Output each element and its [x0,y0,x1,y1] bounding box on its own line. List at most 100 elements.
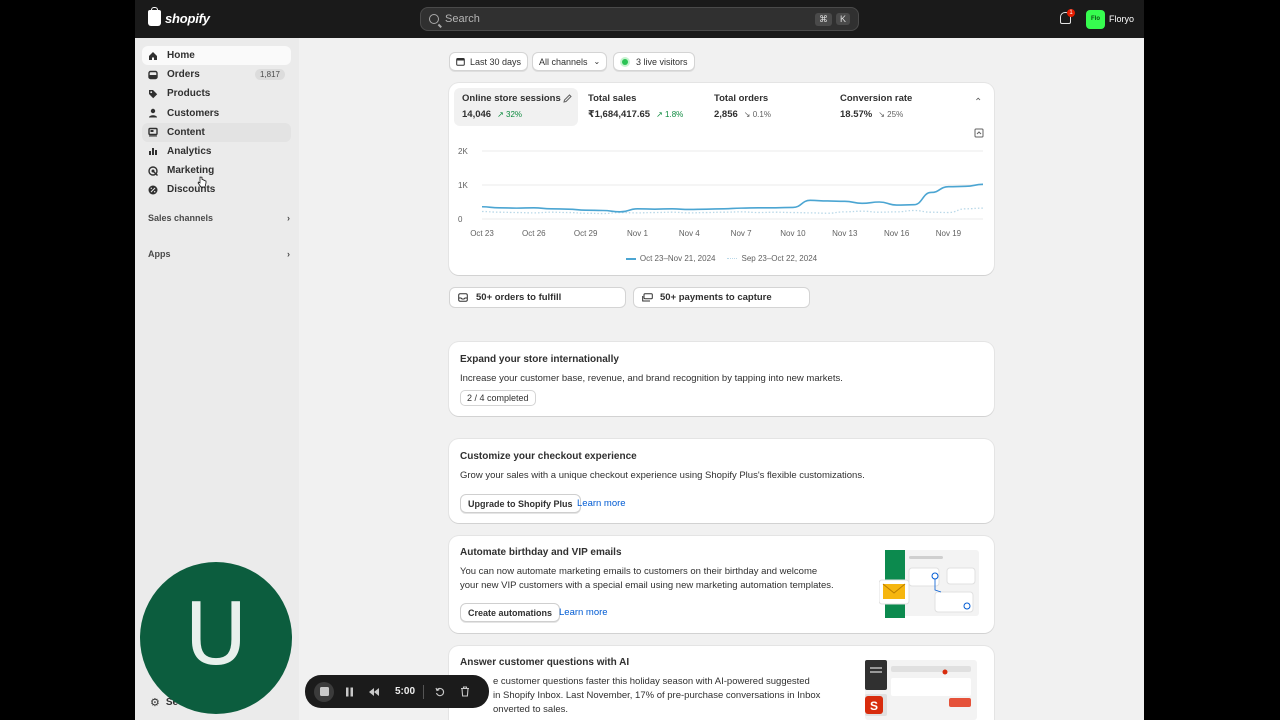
card-title: Expand your store internationally [460,354,619,365]
delete-button[interactable] [455,682,475,702]
sidebar-item-customers[interactable]: Customers [142,104,291,123]
recorder-avatar-letter: U [184,585,248,685]
person-icon [148,108,158,118]
content-icon [148,127,158,137]
upgrade-shopify-plus-button[interactable]: Upgrade to Shopify Plus [460,494,581,513]
sidebar-item-label: Home [167,50,195,61]
x-tick-label: Oct 29 [574,229,598,238]
card-title: Answer customer questions with AI [460,657,630,668]
store-avatar[interactable]: Flo [1086,10,1105,29]
legend-swatch-dotted [727,258,738,260]
chart-icon [148,146,158,156]
section-label: Sales channels [148,213,214,223]
rewind-icon [369,687,379,696]
x-tick-label: Oct 23 [470,229,494,238]
stop-icon [319,687,329,696]
sidebar-section-sales-channels[interactable]: Sales channels › [148,213,290,223]
sidebar-item-label: Discounts [167,184,216,196]
x-tick-label: Nov 19 [936,229,962,238]
search-input[interactable] [445,13,811,25]
channels-dropdown[interactable]: All channels ⌄ [532,52,608,71]
stop-button[interactable] [314,681,334,702]
sidebar-item-label: Orders [167,69,200,81]
series-line-current[interactable] [481,183,984,213]
date-range-button[interactable]: Last 30 days [449,52,529,71]
shopify-logo[interactable]: shopify [148,7,210,26]
store-name[interactable]: Floryo [1109,14,1134,24]
sidebar-item-home[interactable]: Home [142,46,291,65]
learn-more-link[interactable]: Learn more [577,498,626,509]
gear-icon: ⚙ [150,697,160,709]
sidebar-section-apps[interactable]: Apps › [148,249,290,259]
shortcut-key-cmd: ⌘ [814,12,832,26]
channels-label: All channels [539,56,588,67]
card-automate-emails: Automate birthday and VIP emails You can… [449,536,994,633]
inbox-ai-illustration: S [865,660,977,720]
trash-icon [461,686,470,697]
card-body-line-1: You can now automate marketing emails to… [460,566,818,577]
discount-icon [148,185,158,195]
x-tick-label: Nov 7 [731,229,752,238]
progress-badge[interactable]: 2 / 4 completed [460,390,536,406]
x-tick-label: Nov 4 [679,229,700,238]
chevron-down-icon: ⌄ [593,57,601,66]
orders-count-badge: 1,817 [254,69,285,81]
chevron-right-icon: › [287,213,290,223]
card-title: Automate birthday and VIP emails [460,547,622,558]
tag-icon [148,89,158,99]
rewind-button[interactable] [364,682,384,702]
chart-legend: Oct 23–Nov 21, 2024 Sep 23–Oct 22, 2024 [449,254,994,263]
calendar-icon [456,58,465,66]
y-tick-label: 1K [458,181,468,190]
sidebar-item-orders[interactable]: Orders 1,817 [142,65,291,84]
task-orders-to-fulfill[interactable]: 50+ orders to fulfill [449,287,626,308]
y-tick-label: 2K [458,147,468,156]
divider [423,684,425,699]
sidebar-item-label: Content [167,126,205,138]
restart-button[interactable] [430,682,450,702]
card-body-line-1: e customer questions faster this holiday… [493,676,810,687]
recorder-avatar[interactable]: U [140,562,292,714]
card-customize-checkout: Customize your checkout experience Grow … [449,439,994,523]
sidebar-item-label: Analytics [167,145,212,157]
search-icon [429,14,439,24]
date-range-label: Last 30 days [470,56,522,67]
shopping-bag-icon [148,7,161,26]
x-tick-label: Nov 10 [780,229,806,238]
top-bar: shopify ⌘ K 1 Flo Floryo [135,0,1144,38]
legend-swatch-solid [625,258,636,260]
sidebar-item-label: Products [167,88,211,100]
legend-item-previous[interactable]: Sep 23–Oct 22, 2024 [727,254,817,263]
task-payments-to-capture[interactable]: 50+ payments to capture [633,287,810,308]
chevron-right-icon: › [287,249,290,259]
svg-text:S: S [870,699,878,713]
recording-timer: 5:00 [395,686,416,697]
sessions-line-chart: 0 1K 2K Oct 23 Oct 26 Oct 29 Nov 1 Nov 4 Nov 7 No… [458,147,984,238]
sidebar-item-analytics[interactable]: Analytics [142,142,291,161]
section-label: Apps [148,249,171,259]
cash-icon [642,293,653,302]
learn-more-link[interactable]: Learn more [559,607,608,618]
orders-icon [148,70,158,80]
target-icon [148,165,158,176]
card-expand-internationally: Expand your store internationally Increa… [449,342,994,416]
sidebar-item-content[interactable]: Content [142,122,291,142]
card-body-line-2: your new VIP customers with a special em… [460,580,834,591]
sidebar-item-discounts[interactable]: Discounts [142,180,291,199]
x-tick-label: Nov 1 [627,229,648,238]
live-indicator-icon [622,58,628,65]
search-bar[interactable]: ⌘ K [420,7,859,31]
card-body-line-2: in Shopify Inbox. Last November, 17% of … [493,690,821,701]
sidebar-item-marketing[interactable]: Marketing [142,161,291,180]
legend-item-current[interactable]: Oct 23–Nov 21, 2024 [625,254,715,263]
inbox-icon [458,293,468,302]
sidebar-item-products[interactable]: Products [142,84,291,103]
live-visitors-button[interactable]: 3 live visitors [613,52,695,71]
pause-button[interactable] [339,682,359,702]
create-automations-button[interactable]: Create automations [460,603,561,622]
sidebar-nav: Home Orders 1,817 Products Customers Con… [142,46,291,200]
sidebar-item-label: Marketing [167,165,215,177]
brand-wordmark: shopify [165,10,210,26]
restart-icon [435,687,445,696]
card-body: Increase your customer base, revenue, an… [460,373,843,384]
